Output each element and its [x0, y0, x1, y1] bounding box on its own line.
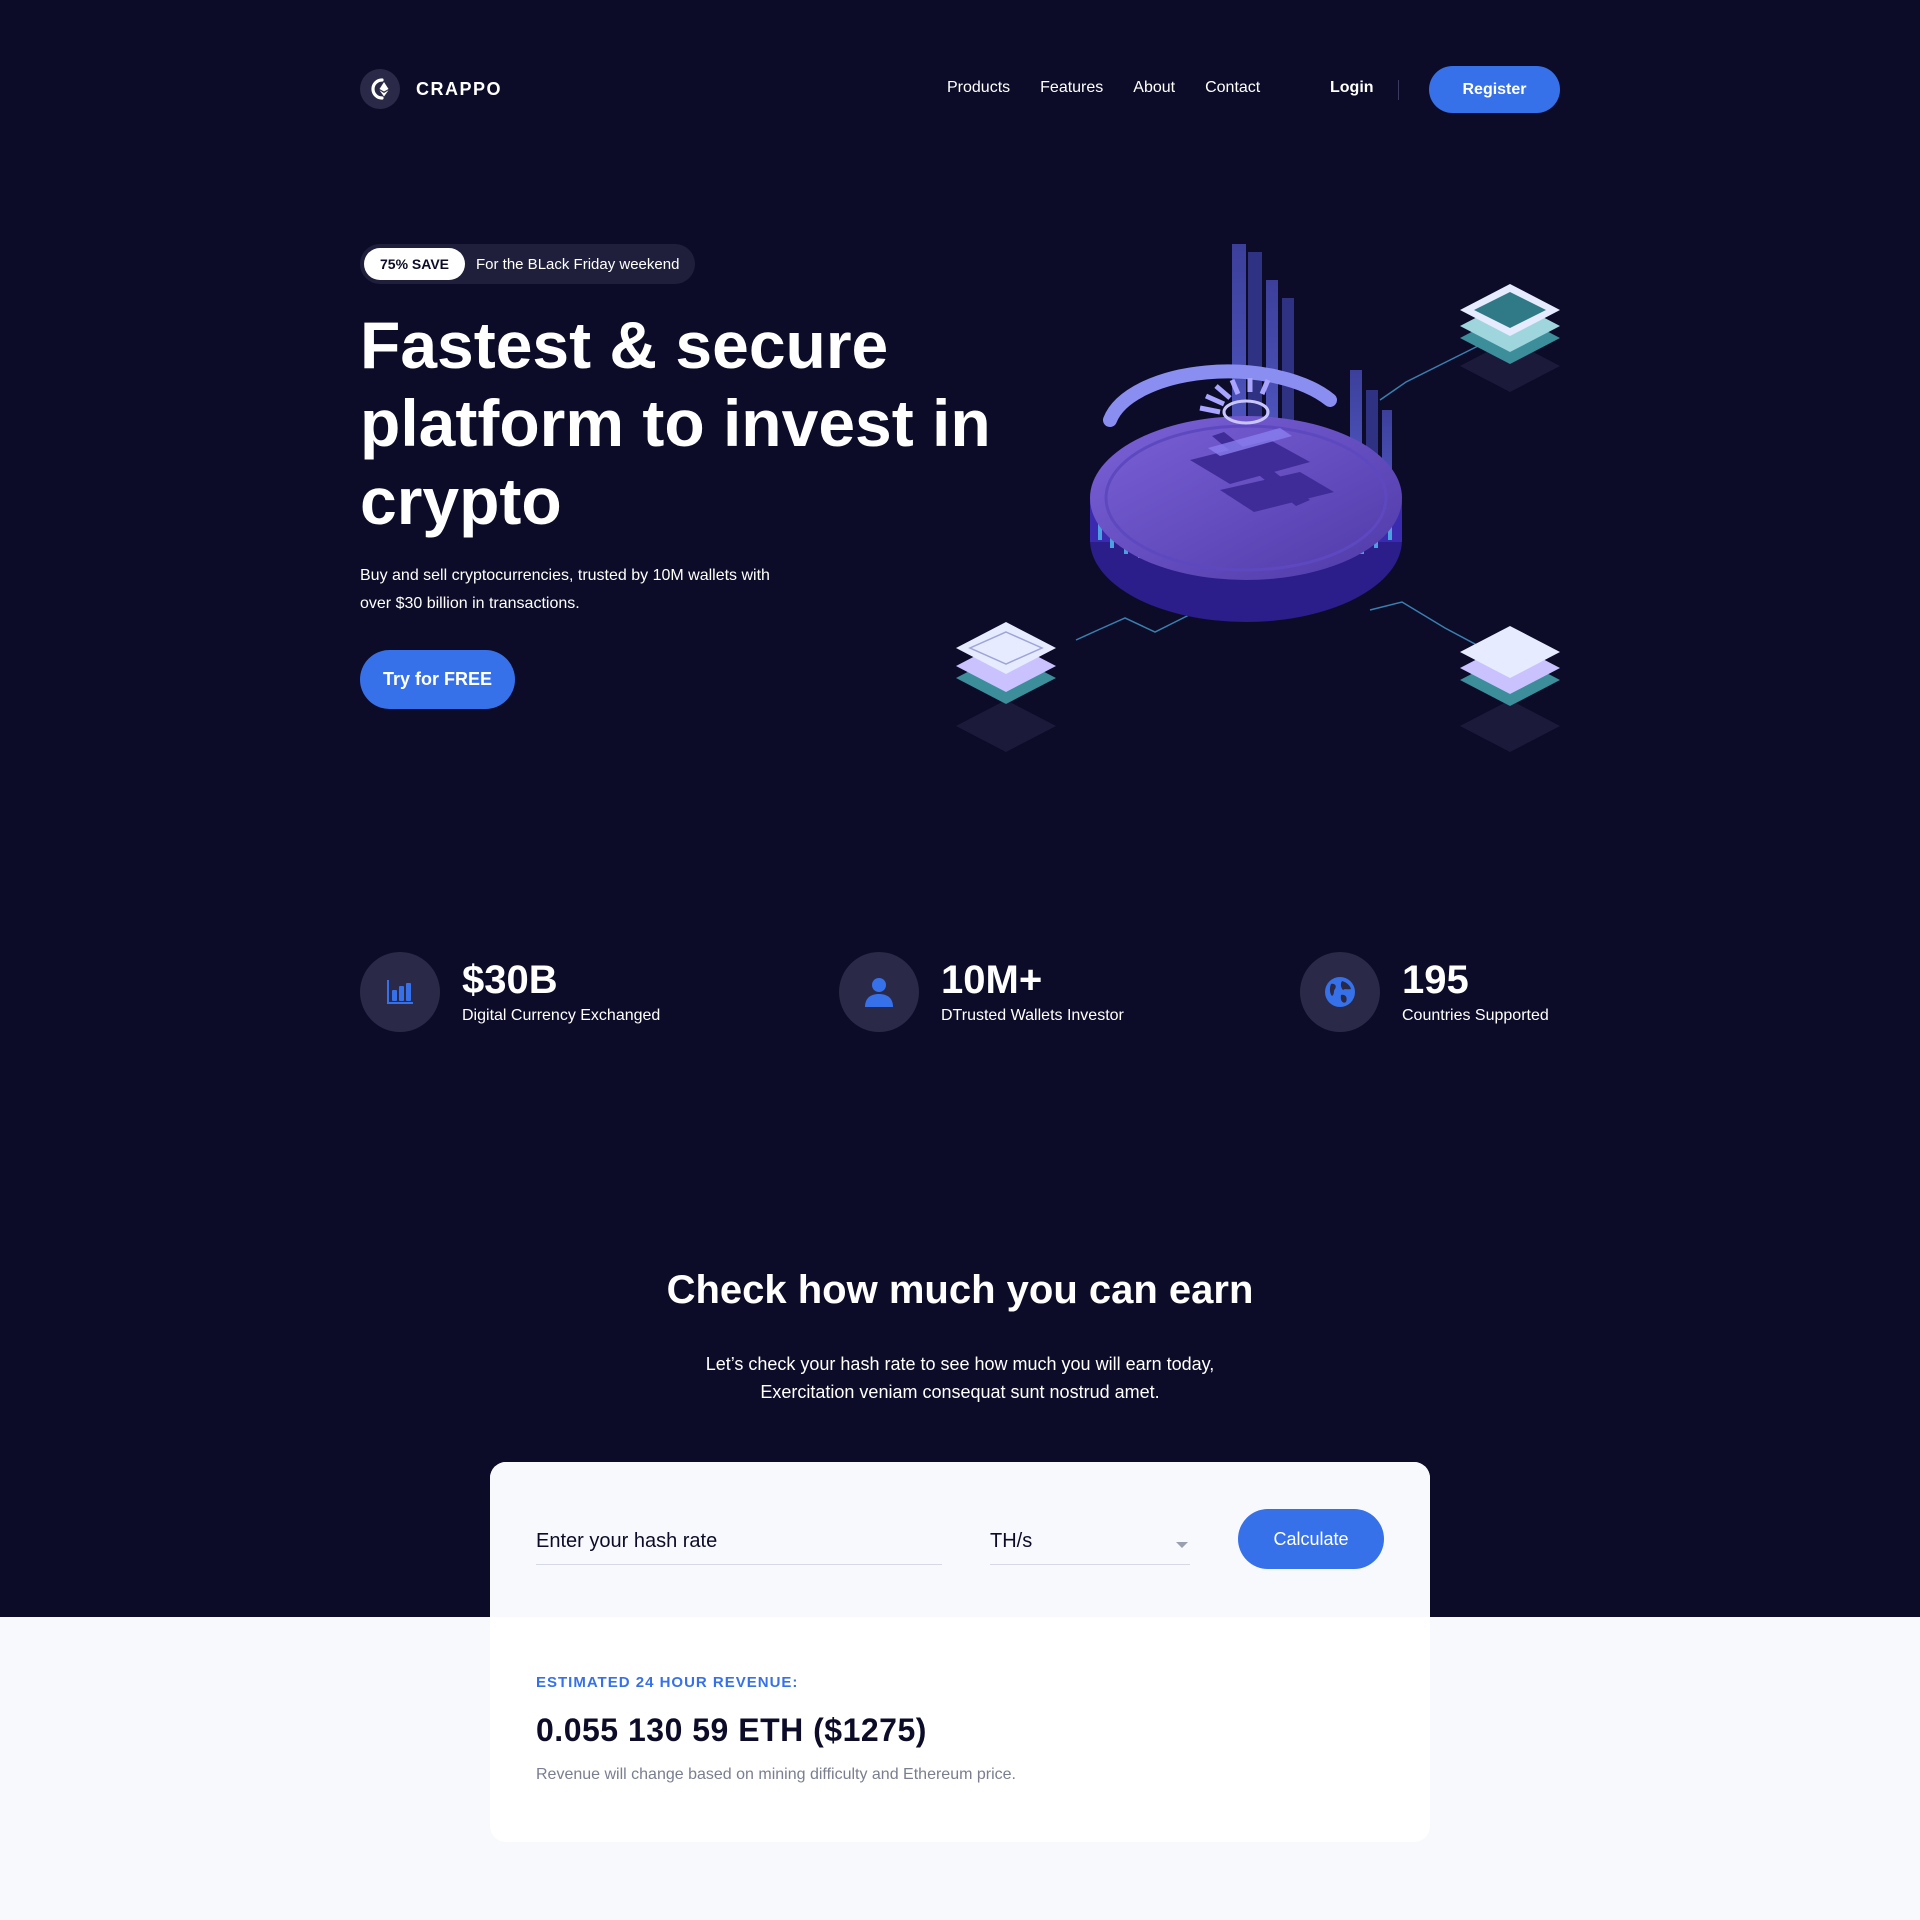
- nav-link-contact[interactable]: Contact: [1205, 79, 1260, 97]
- login-link[interactable]: Login: [1330, 79, 1374, 97]
- earn-subtitle: Let’s check your hash rate to see how mu…: [705, 1354, 1215, 1402]
- hash-rate-input[interactable]: [536, 1519, 942, 1565]
- earn-title: Check how much you can earn: [666, 1268, 1254, 1312]
- nav-divider: [1398, 80, 1399, 100]
- promo-banner[interactable]: 75% SAVE For the BLack Friday weekend: [360, 244, 696, 284]
- hero-subtitle: Buy and sell cryptocurrencies, trusted b…: [360, 567, 770, 612]
- chevron-down-icon: [1176, 1541, 1188, 1548]
- nav-link-features[interactable]: Features: [1040, 79, 1103, 97]
- nav-links: Products Features About Contact: [947, 79, 1260, 97]
- try-free-button[interactable]: Try for FREE: [360, 650, 515, 709]
- stat-label: Digital Currency Exchanged: [462, 1007, 661, 1024]
- ethereum-logo-icon: [360, 69, 400, 109]
- register-button[interactable]: Register: [1429, 66, 1560, 113]
- user-icon: [839, 952, 919, 1032]
- stat-countries: 195 Countries Supported: [1300, 952, 1549, 1032]
- top-navigation: CRAPPO Products Features About Contact L…: [360, 66, 1560, 113]
- stat-label: Countries Supported: [1402, 1007, 1549, 1024]
- calculate-button[interactable]: Calculate: [1238, 1509, 1384, 1569]
- stats-section: $30B Digital Currency Exchanged 10M+ DTr…: [360, 952, 1560, 1032]
- brand[interactable]: CRAPPO: [360, 69, 502, 109]
- stat-value: 195: [1402, 958, 1469, 1002]
- unit-select[interactable]: TH/s: [990, 1519, 1190, 1565]
- earnings-calculator: TH/s Calculate ESTIMATED 24 HOUR REVENUE…: [490, 1462, 1430, 1842]
- stat-value: 10M+: [941, 958, 1043, 1002]
- revenue-label: ESTIMATED 24 HOUR REVENUE:: [536, 1674, 799, 1691]
- brand-name: CRAPPO: [416, 78, 503, 99]
- stat-value: $30B: [462, 958, 558, 1002]
- revenue-value: 0.055 130 59 ETH ($1275): [536, 1712, 927, 1748]
- bitcoin-coin-illustration: [950, 240, 1566, 760]
- promo-text: For the BLack Friday weekend: [476, 255, 680, 273]
- stat-wallets: 10M+ DTrusted Wallets Investor: [839, 952, 1124, 1032]
- bar-chart-icon: [360, 952, 440, 1032]
- hero-title: Fastest & secure platform to invest in c…: [360, 308, 991, 538]
- globe-icon: [1300, 952, 1380, 1032]
- stat-label: DTrusted Wallets Investor: [941, 1007, 1124, 1024]
- nav-link-products[interactable]: Products: [947, 79, 1010, 97]
- calculator-form: TH/s Calculate: [490, 1462, 1430, 1617]
- nav-link-about[interactable]: About: [1133, 79, 1175, 97]
- promo-badge: 75% SAVE: [364, 248, 465, 280]
- revenue-note: Revenue will change based on mining diff…: [536, 1766, 1016, 1783]
- unit-select-value: TH/s: [990, 1530, 1033, 1552]
- stat-exchanged: $30B Digital Currency Exchanged: [360, 952, 660, 1032]
